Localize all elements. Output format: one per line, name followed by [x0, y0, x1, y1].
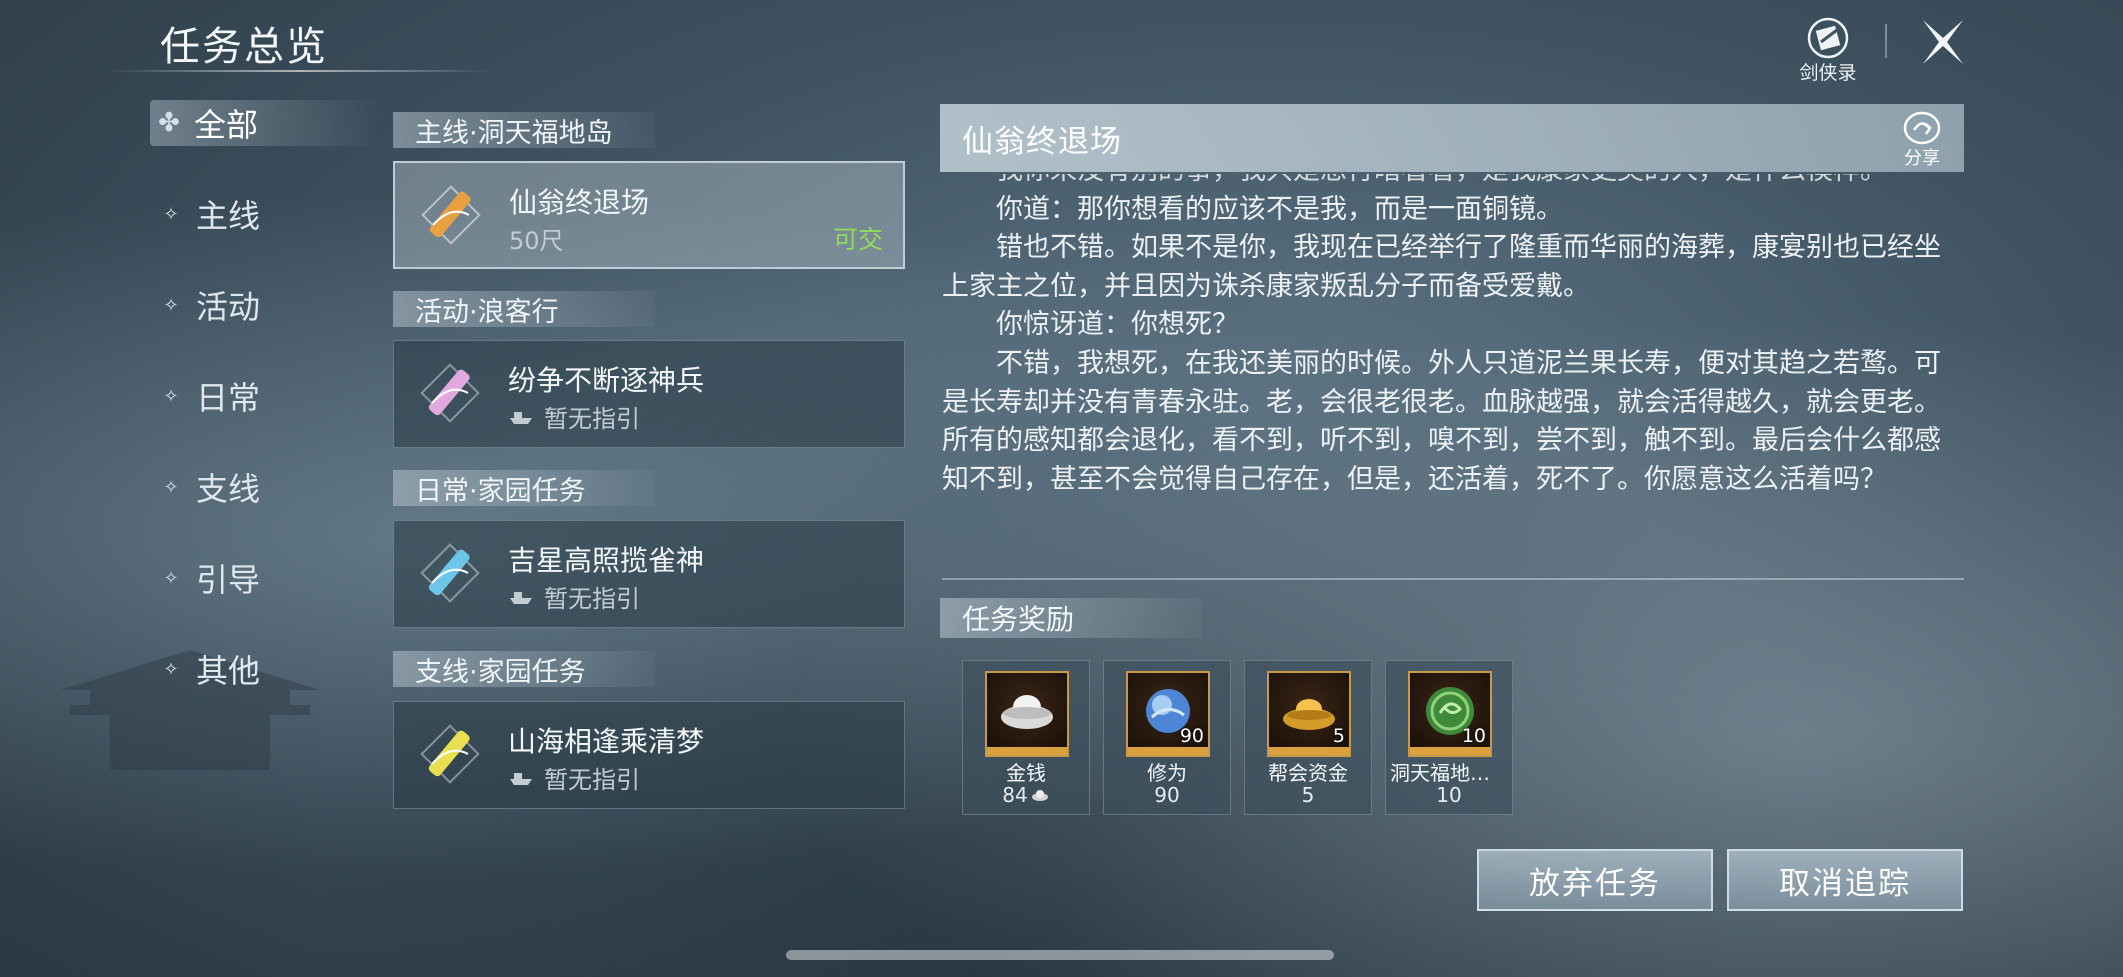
reward-name: 金钱 — [1006, 761, 1046, 785]
quest-scroll-icon — [420, 543, 480, 603]
flower-icon: ✤ — [158, 108, 180, 138]
reward-count: 5 — [1332, 725, 1345, 747]
category-label: 日常 — [196, 379, 261, 417]
quest-distance: 50尺 — [509, 221, 564, 256]
reward-item[interactable]: 10 洞天福地康... 10 — [1385, 660, 1513, 815]
quest-guide: 暂无指引 — [508, 579, 640, 614]
reward-item[interactable]: 90 修为 90 — [1103, 660, 1231, 815]
reward-amount: 5 — [1301, 783, 1315, 807]
abandon-quest-button[interactable]: 放弃任务 — [1477, 849, 1713, 911]
rarity-bar — [987, 747, 1067, 755]
quest-name: 吉星高照揽雀神 — [508, 544, 705, 577]
quest-scroll-icon — [421, 185, 481, 245]
quest-name: 山海相逢乘清梦 — [508, 725, 705, 758]
quest-group-header: 日常·家园任务 — [393, 470, 655, 507]
close-icon — [1923, 20, 1963, 64]
untrack-quest-button[interactable]: 取消追踪 — [1727, 849, 1963, 911]
codex-label: 剑侠录 — [1799, 62, 1857, 84]
quest-name: 纷争不断逐神兵 — [508, 364, 705, 397]
reward-tile: 5 — [1267, 671, 1351, 757]
category-label: 全部 — [194, 106, 259, 144]
category-guide[interactable]: ✧ 引导 — [160, 555, 260, 601]
quest-item-selected[interactable]: 仙翁终退场 50尺 可交 — [393, 161, 905, 269]
reward-item[interactable]: 5 帮会资金 5 — [1244, 660, 1372, 815]
rarity-bar — [1128, 747, 1208, 755]
reward-tile: 10 — [1408, 671, 1492, 757]
category-other[interactable]: ✧ 其他 — [160, 646, 260, 692]
quest-guide-text: 暂无指引 — [544, 766, 640, 794]
silver-ingot-icon — [1001, 695, 1053, 729]
category-side[interactable]: ✧ 支线 — [160, 464, 260, 510]
reward-tile: 90 — [1126, 671, 1210, 757]
codex-icon — [1807, 17, 1849, 59]
reward-amount: 84 — [963, 783, 1089, 807]
quest-item[interactable]: 吉星高照揽雀神 暂无指引 — [393, 520, 905, 628]
category-event[interactable]: ✧ 活动 — [160, 282, 260, 328]
sparkle-icon: ✧ — [163, 476, 179, 498]
reward-count: 10 — [1461, 725, 1486, 747]
codex-button[interactable]: 剑侠录 — [1790, 16, 1866, 85]
quest-scroll-icon — [420, 724, 480, 784]
reward-amount-value: 84 — [1002, 783, 1028, 807]
quest-group-header: 支线·家园任务 — [393, 651, 655, 688]
silver-coin-icon — [1031, 790, 1048, 801]
story-paragraph: 错也不错。如果不是你，我现在已经举行了隆重而华丽的海葬，康宴别也已经坐上家主之位… — [942, 232, 1941, 302]
category-main[interactable]: ✧ 主线 — [160, 191, 260, 237]
story-paragraph: 你道：那你想看的应该不是我，而是一面铜镜。 — [996, 193, 1563, 225]
reward-name: 修为 — [1147, 761, 1187, 785]
story-paragraph: 你惊讶道：你想死？ — [996, 309, 1239, 341]
category-all[interactable]: ✤ 全部 — [158, 100, 258, 146]
share-icon — [1903, 111, 1941, 145]
reward-count: 90 — [1179, 725, 1204, 747]
quest-scroll-icon — [420, 363, 480, 423]
story-paragraph: 不错，我想死，在我还美丽的时候。外人只道泥兰果长寿，便对其趋之若鹜。可是长寿却并… — [942, 347, 1941, 495]
detail-title: 仙翁终退场 — [962, 123, 1122, 160]
detail-separator — [942, 578, 1964, 580]
quest-guide-text: 暂无指引 — [544, 405, 640, 433]
category-label: 其他 — [196, 652, 261, 690]
reward-amount: 90 — [1154, 783, 1180, 807]
home-indicator[interactable] — [786, 950, 1334, 960]
reward-name: 帮会资金 — [1268, 761, 1348, 785]
category-daily[interactable]: ✧ 日常 — [160, 373, 260, 419]
category-label: 主线 — [196, 197, 261, 235]
sparkle-icon: ✧ — [163, 294, 179, 316]
rarity-bar — [1269, 747, 1349, 755]
boat-icon — [510, 591, 532, 604]
quest-state: 可交 — [832, 225, 883, 254]
rewards-header: 任务奖励 — [940, 598, 1202, 638]
reward-tile — [985, 671, 1069, 757]
close-button[interactable] — [1915, 14, 1971, 70]
quest-name: 仙翁终退场 — [509, 186, 650, 219]
category-label: 活动 — [196, 288, 261, 326]
boat-icon — [510, 411, 532, 424]
page-title: 任务总览 — [160, 24, 328, 70]
quest-story-text[interactable]: 我你来没有别的事，我只是想行暗看看，是我康家更美的人，是什么模样。 你道：那你想… — [942, 174, 1964, 564]
quest-guide-text: 暂无指引 — [544, 585, 640, 613]
title-underline — [110, 70, 490, 72]
category-label: 引导 — [196, 561, 261, 599]
quest-item[interactable]: 山海相逢乘清梦 暂无指引 — [393, 701, 905, 809]
boat-icon — [510, 772, 532, 785]
story-paragraph: 我你来没有别的事，我只是想行暗看看，是我康家更美的人，是什么模样。 — [942, 174, 1964, 191]
quest-item[interactable]: 纷争不断逐神兵 暂无指引 — [393, 340, 905, 448]
quest-group-header: 主线·洞天福地岛 — [393, 112, 655, 149]
sparkle-icon: ✧ — [163, 203, 179, 225]
quest-distance-text: 50尺 — [509, 227, 564, 255]
quest-guide: 暂无指引 — [508, 760, 640, 795]
rarity-bar — [1410, 747, 1490, 755]
quest-guide: 暂无指引 — [508, 399, 640, 434]
sparkle-icon: ✧ — [163, 385, 179, 407]
reward-name: 洞天福地康... — [1390, 761, 1510, 785]
share-label: 分享 — [1904, 148, 1940, 169]
sparkle-icon: ✧ — [163, 567, 179, 589]
reward-amount: 10 — [1436, 783, 1462, 807]
header-divider — [1885, 24, 1887, 58]
quest-group-header: 活动·浪客行 — [393, 291, 655, 328]
category-label: 支线 — [196, 470, 261, 508]
detail-header: 仙翁终退场 分享 — [940, 104, 1964, 172]
reward-item[interactable]: 金钱 84 — [962, 660, 1090, 815]
share-button[interactable]: 分享 — [1896, 110, 1948, 170]
sparkle-icon: ✧ — [163, 658, 179, 680]
